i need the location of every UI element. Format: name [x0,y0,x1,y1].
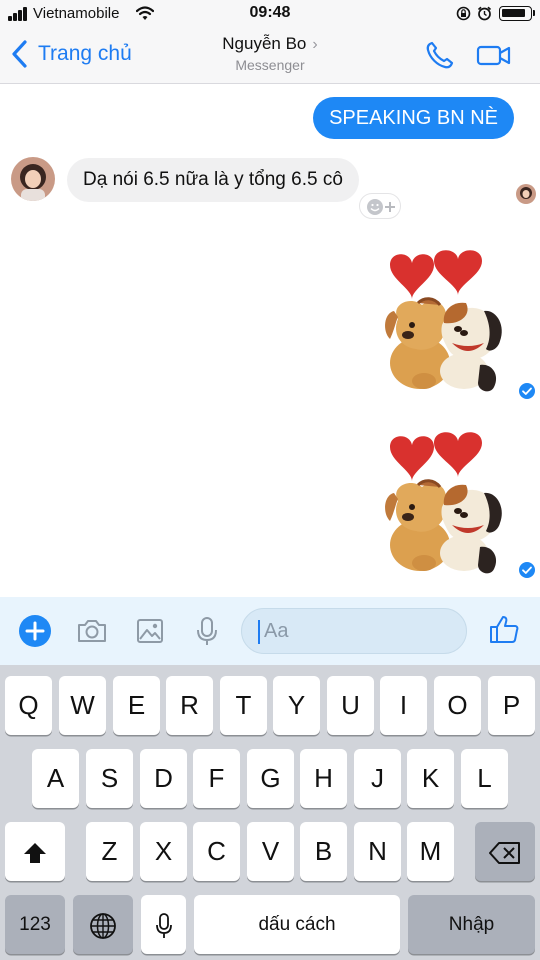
add-reaction-button[interactable] [359,193,401,219]
return-key[interactable]: Nhập [408,895,535,954]
message-list[interactable]: SPEAKING BN NÈ Dạ nói 6.5 nữa là y tổng … [0,85,540,597]
contact-name: Nguyễn Bo [222,34,307,53]
key-c[interactable]: C [193,822,240,881]
sent-check-icon [519,383,535,399]
messenger-conversation-screen: Vietnamobile 09:48 Trang chủ Nguyễn Bo ›… [0,0,540,960]
key-z[interactable]: Z [86,822,133,881]
numbers-key[interactable]: 123 [5,895,65,954]
contact-subtitle: Messenger [235,57,305,73]
contact-title-button[interactable]: Nguyễn Bo › Messenger [170,34,370,73]
sent-check-icon [519,562,535,578]
key-m[interactable]: M [407,822,454,881]
microphone-icon[interactable] [191,615,223,647]
status-bar: Vietnamobile 09:48 [0,0,540,28]
key-s[interactable]: S [86,749,133,808]
conversation-header: Trang chủ Nguyễn Bo › Messenger [0,28,540,84]
add-reaction-icon [367,199,395,215]
key-g[interactable]: G [247,749,294,808]
rotation-lock-icon [456,6,471,21]
globe-icon [90,913,116,940]
key-d[interactable]: D [140,749,187,808]
dog-sticker[interactable] [360,427,510,577]
key-e[interactable]: E [113,676,160,735]
key-l[interactable]: L [461,749,508,808]
contact-avatar[interactable] [11,157,55,201]
key-k[interactable]: K [407,749,454,808]
dictation-key[interactable] [141,895,186,954]
avatar-photo [11,157,55,201]
key-v[interactable]: V [247,822,294,881]
battery-tip [533,10,535,16]
back-button[interactable]: Trang chủ [10,36,132,72]
key-i[interactable]: I [380,676,427,735]
space-key[interactable]: dấu cách [194,895,400,954]
shift-key[interactable] [5,822,65,881]
read-receipt-avatar [516,184,536,204]
image-icon[interactable] [134,615,166,647]
phone-icon[interactable] [424,40,456,70]
key-t[interactable]: T [220,676,267,735]
message-input-placeholder: Aa [264,620,289,642]
key-b[interactable]: B [300,822,347,881]
key-w[interactable]: W [59,676,106,735]
video-camera-icon[interactable] [476,42,512,68]
shift-arrow-icon [24,843,46,864]
read-receipt-photo [516,184,536,204]
chevron-right-icon: › [312,36,318,53]
globe-key[interactable] [73,895,133,954]
key-x[interactable]: X [140,822,187,881]
key-a[interactable]: A [32,749,79,808]
key-u[interactable]: U [327,676,374,735]
back-label: Trang chủ [38,42,132,65]
alarm-icon [477,6,492,21]
microphone-icon [155,913,172,939]
onscreen-keyboard: Q W E R T Y U I O P A S D F G H J K L Z … [0,665,540,960]
dog-sticker[interactable] [360,245,510,395]
key-y[interactable]: Y [273,676,320,735]
battery-icon [499,6,532,21]
key-j[interactable]: J [354,749,401,808]
message-composer: Aa [0,597,540,665]
outgoing-message-bubble[interactable]: SPEAKING BN NÈ [313,97,514,139]
key-r[interactable]: R [166,676,213,735]
key-o[interactable]: O [434,676,481,735]
backspace-icon [489,842,520,865]
text-caret [258,620,260,644]
key-f[interactable]: F [193,749,240,808]
plus-icon[interactable] [19,615,51,647]
key-q[interactable]: Q [5,676,52,735]
camera-icon[interactable] [76,615,108,647]
backspace-key[interactable] [475,822,535,881]
message-input[interactable]: Aa [241,608,467,654]
thumbs-up-icon[interactable] [488,613,520,645]
battery-level [502,9,526,17]
key-p[interactable]: P [488,676,535,735]
incoming-message-bubble[interactable]: Dạ nói 6.5 nữa là y tổng 6.5 cô [67,158,359,202]
key-n[interactable]: N [354,822,401,881]
back-chevron-icon [12,40,27,68]
key-h[interactable]: H [300,749,347,808]
